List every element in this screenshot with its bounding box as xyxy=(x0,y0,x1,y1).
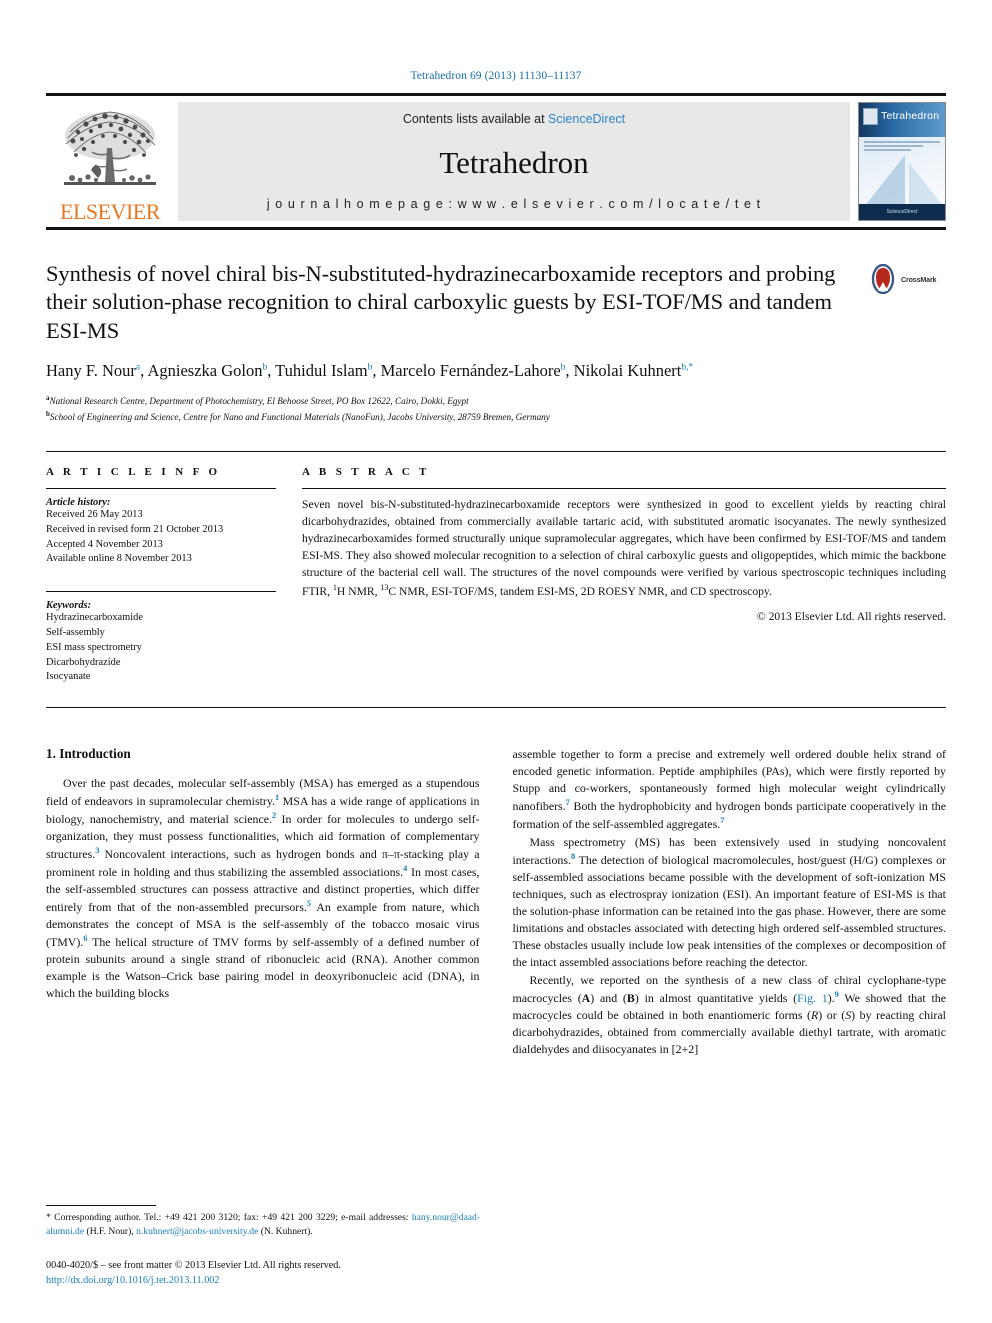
doi-link[interactable]: http://dx.doi.org/10.1016/j.tet.2013.11.… xyxy=(46,1274,546,1289)
corresponding-author-text: * Corresponding author. Tel.: +49 421 20… xyxy=(46,1212,480,1238)
cover-footer-label: ScienceDirect xyxy=(886,209,918,215)
keyword-item: Self-assembly xyxy=(46,627,105,638)
section-title-introduction: 1. Introduction xyxy=(46,746,131,762)
article-info-rule xyxy=(46,488,276,490)
cover-footer: ScienceDirect xyxy=(859,204,945,220)
intro-paragraph-left: Over the past decades, molecular self-as… xyxy=(46,776,480,1001)
sciencedirect-banner: Contents lists available at ScienceDirec… xyxy=(178,102,850,221)
keyword-item: Hydrazinecarboxamide xyxy=(46,612,143,624)
history-item: Available online 8 November 2013 xyxy=(46,553,192,565)
abstract-copyright: © 2013 Elsevier Ltd. All rights reserved… xyxy=(756,609,946,623)
crossmark-badge[interactable]: CrossMark xyxy=(868,260,946,294)
keyword-item: Dicarbohydrazide xyxy=(46,656,121,668)
intro-paragraph-right-2: Mass spectrometry (MS) has been extensiv… xyxy=(512,835,947,970)
history-item: Received in revised form 21 October 2013 xyxy=(46,523,224,535)
journal-cover-thumbnail: Tetrahedron ScienceDirect xyxy=(858,102,946,221)
author-list: Hany F. Noura, Agnieszka Golonb, Tuhidul… xyxy=(46,361,694,381)
cover-logo-square xyxy=(863,108,878,125)
keywords-block: Keywords: Hydrazinecarboxamide Self-asse… xyxy=(46,591,276,685)
issn-block: 0040-4020/$ – see front matter © 2013 El… xyxy=(46,1259,546,1289)
journal-masthead: ELSEVIER Contents lists available at Sci… xyxy=(46,93,946,230)
elsevier-logo: ELSEVIER xyxy=(46,96,174,227)
affiliation-text-a: National Research Centre, Department of … xyxy=(49,396,469,407)
crossmark-icon xyxy=(871,264,895,294)
affiliation-b: bSchool of Engineering and Science, Cent… xyxy=(46,409,946,425)
contents-available-line: Contents lists available at ScienceDirec… xyxy=(403,112,625,126)
body-columns: 1. Introduction Over the past decades, m… xyxy=(46,746,946,1059)
corresponding-author-footnote: * Corresponding author. Tel.: +49 421 20… xyxy=(46,1205,480,1239)
journal-title: Tetrahedron xyxy=(439,145,589,180)
issn-line: 0040-4020/$ – see front matter © 2013 El… xyxy=(46,1260,341,1272)
article-history-list: Received 26 May 2013 Received in revised… xyxy=(46,508,276,567)
intro-paragraph-right-1: assemble together to form a precise and … xyxy=(512,747,947,832)
info-bottom-rule xyxy=(46,707,946,709)
keywords-rule xyxy=(46,591,276,593)
cover-text-lines xyxy=(864,141,940,153)
running-head: Tetrahedron 69 (2013) 11130–11137 xyxy=(410,70,582,82)
abstract-column: A B S T R A C T Seven novel bis-N-substi… xyxy=(302,466,946,685)
keywords-list: Hydrazinecarboxamide Self-assembly ESI m… xyxy=(46,611,276,685)
sciencedirect-link[interactable]: ScienceDirect xyxy=(548,112,625,126)
abstract-rule xyxy=(302,488,946,490)
elsevier-wordmark: ELSEVIER xyxy=(60,199,160,224)
keywords-label: Keywords: xyxy=(46,600,92,612)
article-info-heading: A R T I C L E I N F O xyxy=(46,466,221,479)
abstract-heading: A B S T R A C T xyxy=(302,466,430,479)
title-block: Synthesis of novel chiral bis-N-substitu… xyxy=(46,260,946,345)
affiliation-text-b: School of Engineering and Science, Centr… xyxy=(49,412,550,423)
article-page: Tetrahedron 69 (2013) 11130–11137 ELSEVI… xyxy=(0,0,992,1323)
crossmark-label: CrossMark xyxy=(901,274,937,284)
abstract-text: Seven novel bis-N-substituted-hydrazinec… xyxy=(302,498,946,598)
keyword-item: Isocyanate xyxy=(46,671,91,683)
body-column-left: 1. Introduction Over the past decades, m… xyxy=(46,746,480,1059)
footnote-rule xyxy=(46,1205,156,1207)
keyword-item: ESI mass spectrometry xyxy=(46,641,142,653)
affiliations: aNational Research Centre, Department of… xyxy=(46,393,946,425)
article-history-label: Article history: xyxy=(46,497,111,509)
page-title: Synthesis of novel chiral bis-N-substitu… xyxy=(46,261,836,343)
info-abstract-row: A R T I C L E I N F O Article history: R… xyxy=(46,451,946,685)
history-item: Accepted 4 November 2013 xyxy=(46,538,163,550)
affiliation-a: aNational Research Centre, Department of… xyxy=(46,393,946,409)
body-column-right: assemble together to form a precise and … xyxy=(513,746,947,1059)
contents-prefix: Contents lists available at xyxy=(402,112,549,126)
journal-homepage[interactable]: j o u r n a l h o m e p a g e : w w w . … xyxy=(267,197,761,211)
article-info-column: A R T I C L E I N F O Article history: R… xyxy=(46,466,302,685)
history-item: Received 26 May 2013 xyxy=(46,509,143,521)
elsevier-tree-icon xyxy=(64,111,156,185)
cover-title: Tetrahedron xyxy=(881,110,940,122)
intro-paragraph-right-3: Recently, we reported on the synthesis o… xyxy=(512,973,947,1057)
